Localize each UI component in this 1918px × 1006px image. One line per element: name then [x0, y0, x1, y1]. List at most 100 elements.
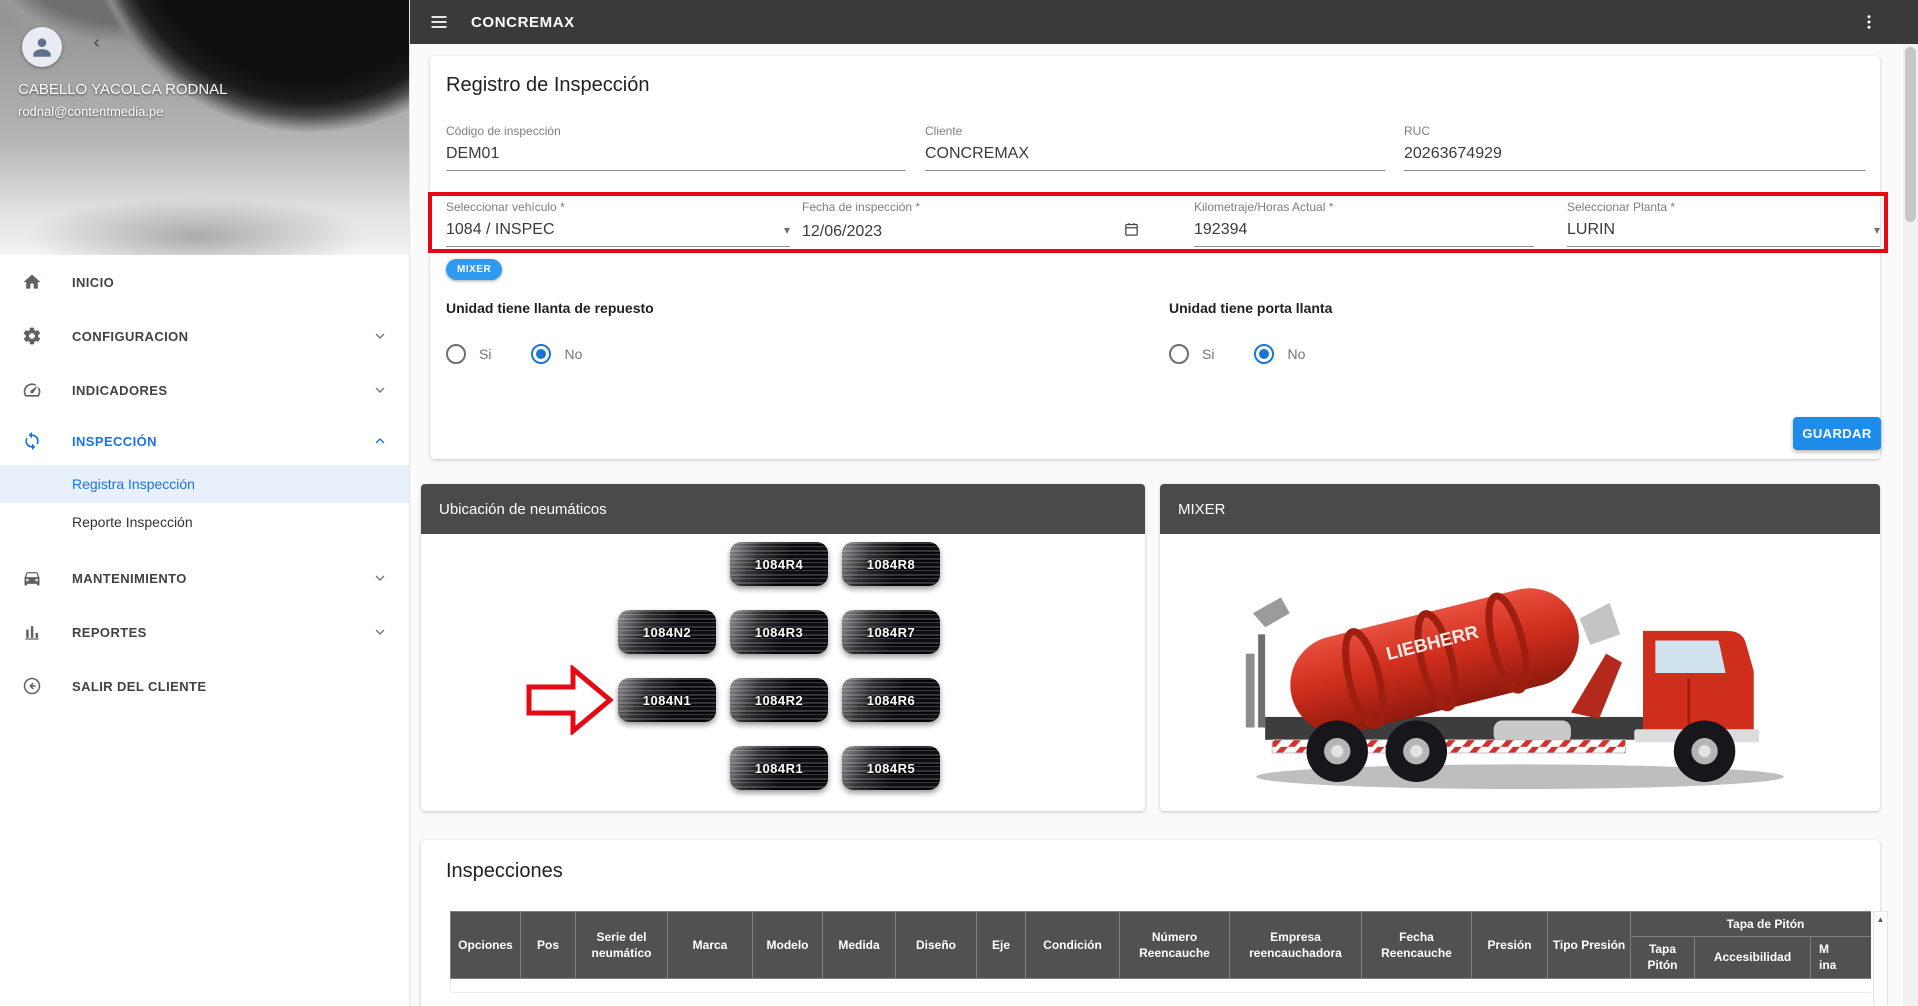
sidebar-item-reporte-inspeccion[interactable]: Reporte Inspección — [0, 503, 409, 541]
tire-button[interactable]: 1084R2 — [730, 678, 828, 722]
question-llanta-repuesto-label: Unidad tiene llanta de repuesto — [446, 300, 654, 316]
sidebar-item-inspeccion[interactable]: INSPECCIÓN — [0, 417, 409, 465]
column-header: Condición — [1026, 912, 1120, 979]
inspections-card: Inspecciones Opciones Pos Serie del neum… — [421, 840, 1880, 1006]
field-value: 1084 / INSPEC — [446, 221, 555, 239]
user-email: rodnal@contentmedia.pe — [18, 104, 163, 119]
radio-label: No — [1287, 346, 1305, 362]
sidebar-item-label: INDICADORES — [72, 383, 371, 398]
field-value: LURIN — [1567, 221, 1615, 239]
field-value: DEM01 — [446, 145, 499, 163]
dropdown-caret-icon: ▾ — [784, 223, 790, 237]
chevron-down-icon — [371, 328, 389, 344]
field-value: 192394 — [1194, 221, 1247, 239]
radio-label: Si — [1202, 346, 1214, 362]
avatar[interactable] — [22, 27, 62, 67]
column-header: Modelo — [753, 912, 823, 979]
codigo-inspeccion-field[interactable]: Código de inspección DEM01 — [446, 124, 906, 171]
field-label: Seleccionar vehículo * — [446, 200, 790, 214]
sidebar-item-label: CONFIGURACION — [72, 329, 371, 344]
sidebar-item-inicio[interactable]: INICIO — [0, 255, 409, 309]
tire-location-card: Ubicación de neumáticos 1084R4 1084R8 10… — [421, 484, 1145, 811]
field-label: Cliente — [925, 124, 1385, 138]
sidebar-subitem-label: Reporte Inspección — [72, 514, 193, 530]
logout-icon — [20, 676, 44, 696]
kilometraje-field[interactable]: Kilometraje/Horas Actual * 192394 — [1194, 200, 1534, 247]
tire-button[interactable]: 1084R7 — [842, 610, 940, 654]
column-header: Accesibilidad — [1695, 937, 1811, 978]
column-header: Número Reencauche — [1120, 912, 1230, 979]
ruc-field[interactable]: RUC 20263674929 — [1404, 124, 1866, 171]
tire-button[interactable]: 1084R6 — [842, 678, 940, 722]
tire-button[interactable]: 1084N2 — [618, 610, 716, 654]
seleccionar-planta-select[interactable]: Seleccionar Planta * LURIN▾ — [1567, 200, 1880, 247]
sidebar-item-reportes[interactable]: REPORTES — [0, 605, 409, 659]
user-name: CABELLO YACOLCA RODNAL — [18, 81, 228, 98]
hamburger-menu-icon[interactable] — [429, 12, 449, 32]
mixer-truck-image: LIEBHERR — [1160, 534, 1880, 811]
radio-option-si[interactable]: Si — [446, 344, 491, 364]
sidebar-item-indicadores[interactable]: INDICADORES — [0, 363, 409, 417]
table-row — [451, 978, 1872, 992]
inspection-form-card: Registro de Inspección Código de inspecc… — [430, 56, 1880, 459]
panel-title: MIXER — [1160, 484, 1880, 534]
field-value: CONCREMAX — [925, 145, 1029, 163]
scrollbar-thumb[interactable] — [1905, 47, 1916, 222]
sidebar-item-label: SALIR DEL CLIENTE — [72, 679, 389, 694]
sidebar-item-mantenimiento[interactable]: MANTENIMIENTO — [0, 551, 409, 605]
person-icon — [29, 34, 55, 60]
tire-button[interactable]: 1084R1 — [730, 746, 828, 790]
column-header: Eje — [977, 912, 1026, 979]
panel-title: Ubicación de neumáticos — [421, 484, 1145, 534]
section-title: Inspecciones — [446, 860, 563, 883]
field-label: Fecha de inspección * — [802, 200, 1140, 214]
page-title: Registro de Inspección — [446, 74, 649, 97]
sidebar-item-salir-del-cliente[interactable]: SALIR DEL CLIENTE — [0, 659, 409, 713]
bar-chart-icon — [20, 622, 44, 642]
column-header: Opciones — [451, 912, 521, 979]
sidebar-item-configuracion[interactable]: CONFIGURACION — [0, 309, 409, 363]
sidebar-item-registra-inspeccion[interactable]: Registra Inspección — [0, 465, 409, 503]
tire-button[interactable]: 1084R4 — [730, 542, 828, 586]
vehicle-type-chip: MIXER — [446, 259, 502, 280]
collapse-sidebar-chevron-icon[interactable] — [90, 36, 104, 55]
page-scrollbar[interactable] — [1903, 44, 1918, 1006]
inspections-table-zone: Opciones Pos Serie del neumático Marca M… — [450, 911, 1888, 1006]
tire-button[interactable]: 1084N1 — [618, 678, 716, 722]
radio-label: No — [564, 346, 582, 362]
save-button[interactable]: GUARDAR — [1793, 417, 1881, 450]
tire-grid: 1084R4 1084R8 1084N2 1084R3 1084R7 1084N… — [618, 542, 940, 790]
kebab-menu-icon[interactable] — [1860, 13, 1878, 31]
red-arrow-annotation — [526, 665, 613, 740]
calendar-icon[interactable] — [1123, 221, 1140, 243]
field-label: Seleccionar Planta * — [1567, 200, 1880, 214]
fecha-inspeccion-field[interactable]: Fecha de inspección * 12/06/2023 — [802, 200, 1140, 251]
radio-option-no[interactable]: No — [531, 344, 582, 364]
tire-button[interactable]: 1084R5 — [842, 746, 940, 790]
question-porta-llanta-label: Unidad tiene porta llanta — [1169, 300, 1332, 316]
radio-group-llanta-repuesto: Si No — [446, 344, 608, 364]
radio-checked-icon[interactable] — [531, 344, 551, 364]
gear-icon — [20, 326, 44, 346]
radio-option-si[interactable]: Si — [1169, 344, 1214, 364]
scroll-up-arrow-icon[interactable]: ▲ — [1877, 915, 1885, 924]
field-label: RUC — [1404, 124, 1866, 138]
sidebar: CABELLO YACOLCA RODNAL rodnal@contentmed… — [0, 0, 410, 1006]
radio-option-no[interactable]: No — [1254, 344, 1305, 364]
tire-button[interactable]: 1084R3 — [730, 610, 828, 654]
sidebar-item-label: REPORTES — [72, 625, 371, 640]
chevron-up-icon — [371, 433, 389, 449]
sidebar-subitem-label: Registra Inspección — [72, 476, 195, 492]
cliente-field[interactable]: Cliente CONCREMAX — [925, 124, 1385, 171]
menu-spacer — [0, 541, 409, 551]
seleccionar-vehiculo-select[interactable]: Seleccionar vehículo * 1084 / INSPEC ▾ — [446, 200, 790, 247]
radio-checked-icon[interactable] — [1254, 344, 1274, 364]
tire-button[interactable]: 1084R8 — [842, 542, 940, 586]
column-header: Fecha Reencauche — [1362, 912, 1472, 979]
field-value: 20263674929 — [1404, 145, 1502, 163]
table-scrollbar[interactable]: ▲ — [1873, 911, 1888, 1006]
sync-icon — [20, 431, 44, 451]
radio-unchecked-icon[interactable] — [1169, 344, 1189, 364]
radio-unchecked-icon[interactable] — [446, 344, 466, 364]
column-header: Serie del neumático — [576, 912, 668, 979]
